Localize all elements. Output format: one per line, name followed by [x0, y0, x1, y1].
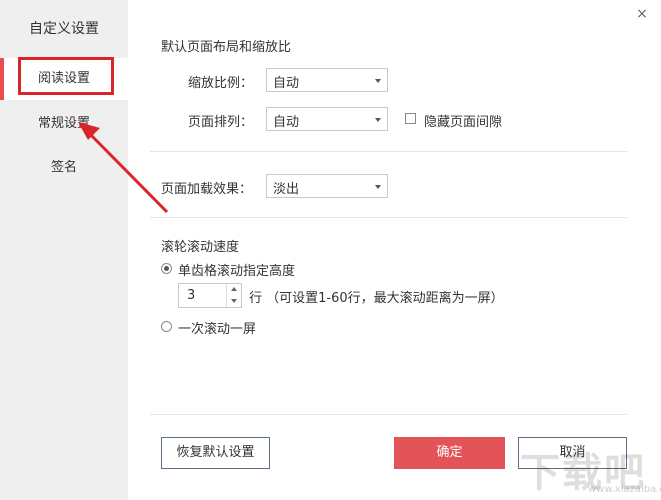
- sidebar-title: 自定义设置: [29, 21, 99, 37]
- chevron-down-icon: [375, 79, 381, 83]
- radio-full-screen[interactable]: [161, 321, 172, 332]
- stepper-buttons: [226, 284, 241, 307]
- stepper-up-icon[interactable]: [227, 284, 241, 295]
- hide-gap-checkbox[interactable]: [405, 113, 416, 124]
- radio-single-step[interactable]: [161, 263, 172, 274]
- load-effect-label: 页面加载效果：: [161, 182, 253, 197]
- cancel-button[interactable]: 取消: [518, 437, 627, 469]
- watermark-logo-sub: www.xiazaiba.com: [588, 484, 661, 495]
- arrange-select[interactable]: 自动: [266, 107, 388, 131]
- sidebar-item-general-settings[interactable]: 常规设置: [0, 103, 128, 145]
- sidebar-item-reading-settings[interactable]: 阅读设置: [0, 58, 128, 100]
- sidebar: 自定义设置 阅读设置 常规设置 签名: [0, 0, 128, 500]
- chevron-down-icon: [375, 185, 381, 189]
- stepper-down-icon[interactable]: [227, 296, 241, 307]
- close-icon[interactable]: ×: [634, 6, 650, 22]
- layout-section-title: 默认页面布局和缩放比: [161, 40, 292, 55]
- zoom-label: 缩放比例：: [188, 76, 254, 91]
- radio-full-screen-label: 一次滚动一屏: [178, 322, 257, 337]
- scroll-section-title: 滚轮滚动速度: [161, 240, 240, 255]
- load-effect-select-value: 淡出: [273, 182, 300, 197]
- sidebar-item-signature[interactable]: 签名: [0, 147, 128, 189]
- rows-stepper-value: 3: [187, 288, 196, 303]
- arrange-select-value: 自动: [273, 115, 300, 130]
- ok-button[interactable]: 确定: [394, 437, 505, 469]
- divider: [150, 217, 627, 218]
- zoom-select-value: 自动: [273, 76, 300, 91]
- reset-defaults-button[interactable]: 恢复默认设置: [161, 437, 270, 469]
- rows-stepper[interactable]: 3: [178, 283, 242, 308]
- rows-hint: 行 （可设置1-60行，最大滚动距离为一屏）: [249, 291, 504, 306]
- radio-single-step-label: 单齿格滚动指定高度: [178, 264, 296, 279]
- zoom-select[interactable]: 自动: [266, 68, 388, 92]
- chevron-down-icon: [375, 118, 381, 122]
- divider: [150, 414, 627, 415]
- hide-gap-label: 隐藏页面间隙: [424, 115, 503, 130]
- arrange-label: 页面排列：: [188, 115, 254, 130]
- load-effect-select[interactable]: 淡出: [266, 174, 388, 198]
- divider: [150, 151, 627, 152]
